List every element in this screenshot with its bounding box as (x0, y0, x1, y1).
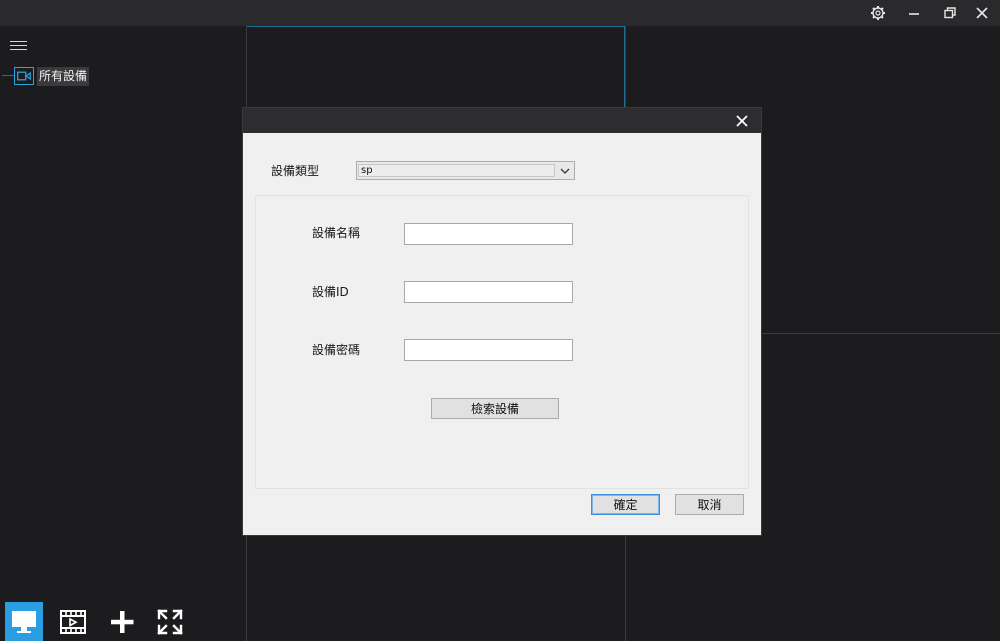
device-type-value: sp (358, 164, 555, 177)
device-sidebar: 所有設備 (0, 26, 246, 641)
add-device-dialog: 設備類型 sp 設備名稱 設備ID 設備密碼 檢索設備 確定 取消 (243, 108, 761, 535)
device-password-field[interactable] (404, 339, 573, 361)
chevron-down-icon (556, 162, 574, 179)
ok-button[interactable]: 確定 (591, 494, 660, 515)
tree-item-label: 所有設備 (37, 66, 90, 86)
add-button[interactable] (103, 602, 141, 641)
close-icon (976, 7, 988, 19)
device-password-label: 設備密碼 (312, 343, 361, 357)
playback-film-icon (60, 609, 86, 634)
restore-button[interactable] (932, 0, 968, 26)
restore-icon (944, 7, 956, 19)
device-name-label: 設備名稱 (312, 226, 361, 240)
device-type-label: 設備類型 (271, 164, 320, 178)
title-bar (0, 0, 1000, 26)
device-type-select[interactable]: sp (356, 161, 575, 180)
live-view-button[interactable] (5, 602, 43, 641)
tree-connector-line (2, 75, 14, 76)
gear-icon (871, 6, 885, 20)
playback-button[interactable] (54, 602, 92, 641)
device-name-field[interactable] (404, 223, 573, 245)
minimize-button[interactable] (896, 0, 932, 26)
hamburger-menu-icon[interactable] (8, 38, 30, 54)
device-id-field[interactable] (404, 281, 573, 303)
window-close-button[interactable] (964, 0, 1000, 26)
monitor-icon (12, 610, 36, 633)
dialog-body: 設備類型 sp 設備名稱 設備ID 設備密碼 檢索設備 確定 取消 (243, 133, 761, 535)
tree-item-all-devices[interactable]: 所有設備 (14, 66, 90, 86)
bottom-toolbar (0, 602, 246, 641)
close-icon (736, 115, 748, 127)
settings-button[interactable] (860, 0, 896, 26)
app-window: 所有設備 設備類型 sp 設備名稱 設備ID 設備密碼 檢索設備 確定 取消 (0, 0, 1000, 641)
minimize-icon (909, 13, 919, 15)
dialog-close-button[interactable] (731, 110, 753, 132)
dialog-header (243, 108, 761, 133)
cancel-button[interactable]: 取消 (675, 494, 744, 515)
camera-icon (14, 67, 34, 85)
add-icon (111, 610, 134, 633)
fullscreen-icon (157, 608, 183, 635)
device-id-label: 設備ID (312, 285, 349, 299)
search-device-button[interactable]: 檢索設備 (431, 398, 559, 419)
fullscreen-button[interactable] (151, 602, 189, 641)
